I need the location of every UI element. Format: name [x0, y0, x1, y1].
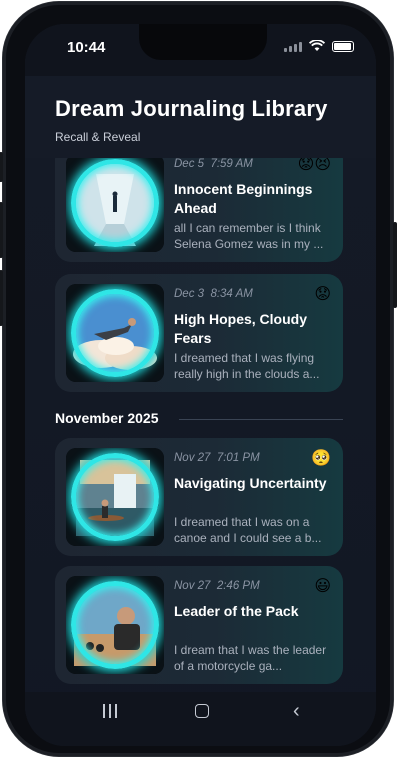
dream-thumbnail — [66, 448, 164, 546]
wifi-icon — [309, 40, 325, 51]
portal-ring — [71, 581, 159, 669]
mood-emoji: 😟😣 — [297, 158, 331, 173]
month-label: November 2025 — [55, 410, 159, 426]
portal-ring — [71, 453, 159, 541]
page-subtitle: Recall & Reveal — [55, 130, 141, 144]
mood-emoji: 🥺 — [311, 450, 331, 467]
portal-ring — [71, 159, 159, 247]
dream-thumbnail — [66, 576, 164, 674]
dream-card[interactable]: Dec 5 7:59 AM 😟😣 Innocent Beginnings Ahe… — [55, 158, 343, 262]
dream-date: Dec 3 8:34 AM — [174, 288, 253, 300]
dream-card[interactable]: Nov 27 2:46 PM 😃 Leader of the Pack I dr… — [55, 566, 343, 684]
page-title: Dream Journaling Library — [55, 96, 328, 121]
volume-up-button — [0, 202, 3, 258]
dream-title: Navigating Uncertainty — [174, 475, 327, 491]
portal-ring — [71, 289, 159, 377]
mood-emoji: 😟 — [314, 286, 331, 303]
status-icons — [284, 40, 354, 52]
dream-preview: I dreamed that I was flying really high … — [174, 351, 320, 381]
back-icon[interactable]: ‹ — [293, 700, 300, 723]
dream-title: Innocent Beginnings Ahead — [174, 181, 313, 216]
battery-icon — [332, 40, 354, 52]
signal-icon — [284, 41, 302, 52]
dream-thumbnail — [66, 158, 164, 252]
dream-title: High Hopes, Cloudy Fears — [174, 311, 307, 346]
mood-emoji: 😃 — [314, 578, 331, 595]
phone-frame: 10:44 Dream Journaling Library Recall & … — [0, 2, 397, 756]
divider-line — [179, 419, 343, 420]
notch — [139, 24, 267, 60]
dream-preview: I dreamed that I was on a canoe and I co… — [174, 515, 322, 545]
dream-list[interactable]: Dec 5 7:59 AM 😟😣 Innocent Beginnings Ahe… — [55, 158, 343, 686]
power-button — [393, 222, 397, 308]
month-divider: November 2025 — [55, 410, 343, 430]
dream-card[interactable]: Nov 27 7:01 PM 🥺 Navigating Uncertainty … — [55, 438, 343, 556]
dream-title: Leader of the Pack — [174, 603, 299, 619]
status-bar: 10:44 — [25, 24, 376, 76]
volume-down-button — [0, 270, 3, 326]
mute-switch — [0, 152, 3, 182]
dream-thumbnail — [66, 284, 164, 382]
dream-date: Nov 27 2:46 PM — [174, 580, 260, 592]
dream-date: Dec 5 7:59 AM — [174, 158, 253, 170]
dream-card[interactable]: Dec 3 8:34 AM 😟 High Hopes, Cloudy Fears… — [55, 274, 343, 392]
status-time: 10:44 — [67, 39, 106, 56]
dream-date: Nov 27 7:01 PM — [174, 452, 260, 464]
home-icon[interactable] — [195, 704, 209, 718]
screen: 10:44 Dream Journaling Library Recall & … — [25, 24, 376, 746]
system-nav-bar: ‹ — [25, 692, 376, 746]
dream-preview: I dream that I was the leader of a motor… — [174, 643, 327, 673]
dream-preview: all I can remember is I think Selena Gom… — [174, 221, 324, 251]
recent-apps-icon[interactable] — [103, 704, 117, 718]
